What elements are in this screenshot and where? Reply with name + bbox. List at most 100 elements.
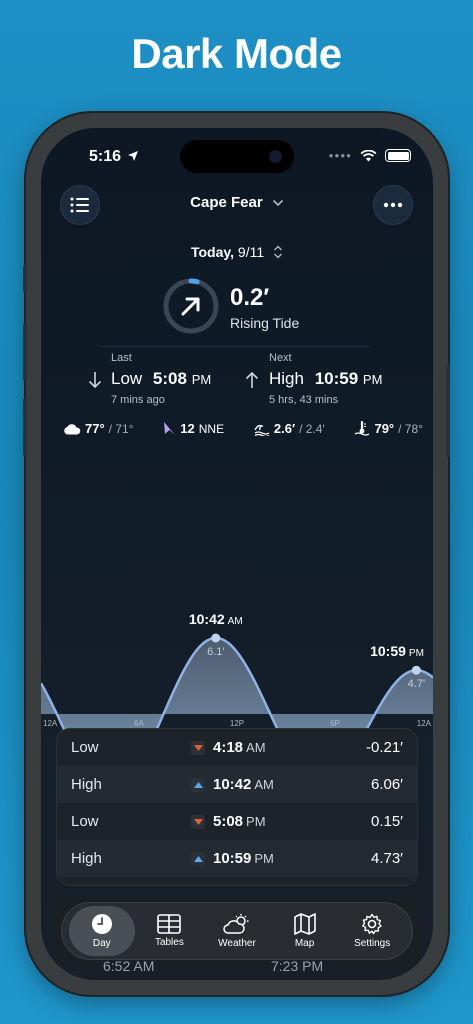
tab-tables[interactable]: Tables: [136, 906, 202, 956]
air-temp: 77° / 71°: [63, 421, 134, 436]
tide-row-ampm: AM: [254, 777, 274, 792]
tide-row-time: 10:42: [213, 776, 252, 793]
camera: [269, 150, 282, 163]
date-selector[interactable]: Today, 9/11: [41, 244, 433, 260]
tab-day[interactable]: Day: [68, 906, 135, 956]
wave-value: 2.6′: [273, 421, 296, 436]
tide-row-time-cell: 4:18 AM: [191, 739, 319, 756]
up-down-chevron-icon: [274, 245, 283, 259]
wind-direction-icon: [164, 422, 176, 435]
location-name: Cape Fear: [190, 194, 263, 211]
location-arrow-icon: [128, 151, 138, 161]
x-axis-tick-label: 6P: [330, 719, 340, 728]
svg-text:10:42AM: 10:42 AM: [189, 611, 243, 627]
next-type: High: [269, 369, 304, 388]
next-tide: Next: [269, 352, 292, 364]
tide-row-time-cell: 10:42 AM: [191, 776, 319, 793]
x-axis-tick-label: 12A: [43, 719, 58, 728]
tide-point-time-label: 10:42 AM: [189, 611, 243, 627]
phone-power-button: [446, 365, 450, 457]
tab-weather[interactable]: Weather: [204, 906, 270, 956]
last-tide-main: Low 5:08 PM: [111, 369, 211, 389]
tide-row-ampm: PM: [246, 814, 266, 829]
tide-table-row[interactable]: Low 5:08 PM 0.15′: [57, 803, 417, 840]
tab-settings[interactable]: Settings: [339, 906, 405, 956]
gear-icon: [362, 913, 382, 935]
phone-mute-switch: [23, 265, 27, 293]
tide-row-height: 6.06′: [370, 776, 403, 793]
last-tide: Last: [111, 352, 132, 364]
down-arrow-icon: [88, 372, 102, 389]
tide-row-time: 5:08: [213, 813, 244, 830]
tab-settings-label: Settings: [354, 938, 391, 949]
water-temp: 79° / 78°: [354, 421, 423, 436]
temp-value: 77°: [85, 421, 105, 436]
tide-table-row[interactable]: Low 4:18 AM -0.21′: [57, 729, 417, 766]
tide-table: Low 4:18 AM -0.21′ High 10:42 AM 6.06′ Low 5:08 PM…: [56, 728, 418, 886]
water-temp-low: / 78°: [398, 421, 423, 436]
tide-row-time: 4:18: [213, 739, 244, 756]
tide-row-type: High: [71, 776, 102, 793]
tide-table-row[interactable]: High 10:42 AM 6.06′: [57, 766, 417, 803]
svg-text:10:59PM: 10:59 PM: [370, 643, 424, 659]
partly-cloudy-icon: [223, 914, 249, 934]
wave-height: 2.6′ / 2.4′: [254, 421, 325, 436]
tab-bar: Day Tables Weather Map Settings: [61, 902, 413, 960]
date-label: Today,: [190, 244, 235, 260]
temp-low: / 71°: [108, 421, 134, 436]
tide-row-time: 10:59: [213, 850, 252, 867]
location-selector[interactable]: Cape Fear: [41, 194, 433, 211]
table-icon: [157, 914, 182, 934]
marketing-title: Dark Mode: [131, 30, 342, 77]
tide-point-time-label: 10:59 PM: [370, 643, 424, 659]
x-axis-tick-label: 12A: [417, 719, 432, 728]
last-ampm: PM: [191, 372, 212, 387]
falling-triangle-icon: [191, 740, 205, 755]
tide-row-ampm: AM: [246, 740, 266, 755]
tab-weather-label: Weather: [218, 938, 256, 949]
tide-row-type: Low: [71, 813, 99, 830]
signal-icon: ●●●●: [328, 151, 352, 160]
last-type: Low: [111, 369, 143, 388]
divider: [101, 346, 369, 347]
next-time: 10:59: [314, 369, 359, 388]
tab-map[interactable]: Map: [272, 906, 338, 956]
status-icons: ●●●●: [329, 149, 411, 162]
tide-row-ampm: PM: [254, 851, 274, 866]
tide-row-time-cell: 5:08 PM: [191, 813, 319, 830]
falling-triangle-icon: [191, 814, 205, 829]
phone-volume-up: [23, 323, 27, 381]
up-arrow-icon: [245, 371, 259, 388]
last-time: 5:08: [152, 369, 187, 388]
tide-state: Rising Tide: [230, 315, 300, 331]
wifi-icon: [360, 149, 377, 161]
chevron-down-icon: [272, 199, 283, 207]
x-axis-tick-label: 6A: [134, 719, 144, 728]
rising-triangle-icon: [191, 777, 205, 792]
tide-extreme-point[interactable]: [411, 665, 421, 675]
conditions-row: 77° / 71° 12 NNE 2.6′ / 2.4′ 79° / 78°: [63, 421, 423, 436]
phone-volume-down: [23, 398, 27, 456]
last-ago: 7 mins ago: [111, 394, 165, 406]
map-icon: [293, 913, 316, 935]
current-height: 0.2′: [230, 284, 270, 311]
tab-map-label: Map: [294, 938, 315, 949]
tide-chart[interactable]: -0.2′4:18AM6.1′10:42AM0.2′5:08PM4.7′10:5…: [41, 476, 433, 730]
tide-point-height-label: 4.7′: [408, 678, 425, 690]
tide-row-type: Low: [71, 739, 99, 756]
wind-dir: NNE: [198, 421, 225, 436]
battery-icon: [385, 149, 411, 162]
next-ampm: PM: [362, 372, 383, 387]
tide-extreme-point[interactable]: [211, 633, 221, 643]
next-label: Next: [269, 352, 292, 364]
rising-arrow-icon: [181, 297, 200, 316]
sunset-time: 7:23 PM: [271, 958, 324, 974]
rising-triangle-icon: [191, 851, 205, 866]
clock-icon: [91, 914, 112, 934]
water-thermometer-icon: [355, 421, 370, 436]
app-screen: 5:16 ●●●● Cape Fear Today, 9/11 0.2′ Ris…: [41, 128, 433, 980]
next-tide-main: High 10:59 PM: [269, 369, 382, 389]
last-label: Last: [111, 352, 132, 364]
tide-gauge: [163, 278, 219, 334]
tide-table-row[interactable]: High 10:59 PM 4.73′: [57, 840, 417, 877]
